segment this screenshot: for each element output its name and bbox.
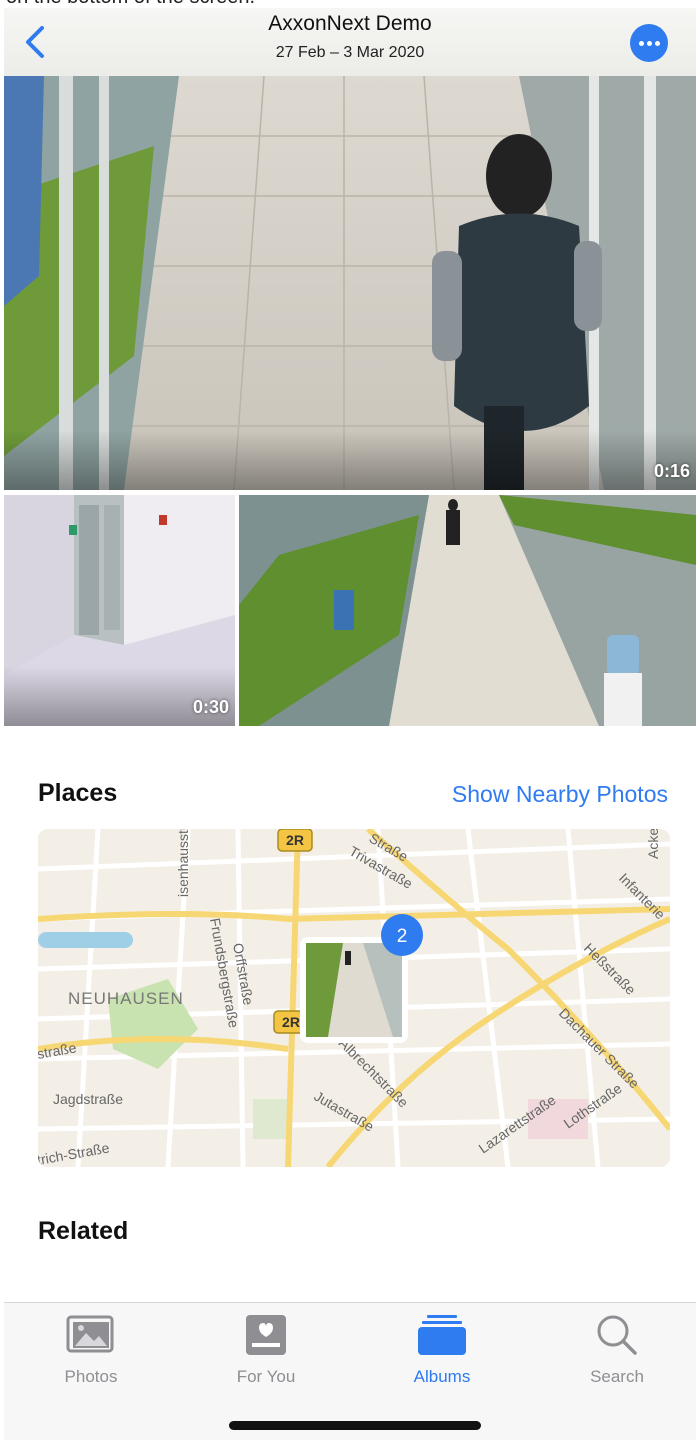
places-heading: Places [38,779,118,807]
corridor-image [4,76,696,490]
more-options-button[interactable] [630,24,668,62]
tab-for-you[interactable]: For You [201,1313,331,1393]
road-badge-top: 2R [277,829,313,852]
video-duration: 0:30 [192,697,229,717]
tab-search-label: Search [590,1367,644,1386]
albums-icon [418,1315,466,1355]
tab-photos[interactable]: Photos [26,1313,156,1393]
map-graphic: isenhausstraße Straße Trivastraße Acke I… [38,829,670,1167]
tab-bar: Photos For You Albums Search [4,1302,696,1440]
photo-thumbnail-3[interactable] [239,495,696,726]
for-you-icon [246,1315,286,1355]
tab-photos-label: Photos [64,1367,118,1386]
svg-text:Acke: Acke [645,829,661,859]
video-duration: 0:16 [653,461,690,481]
caption-text: on the bottom of the screen. [0,0,698,8]
tab-search[interactable]: Search [552,1313,682,1393]
more-icon [639,41,644,46]
svg-text:2: 2 [397,926,408,947]
places-map[interactable]: isenhausstraße Straße Trivastraße Acke I… [38,829,670,1167]
cluster-count-badge: 2 [381,914,423,956]
district-label: NEUHAUSEN [68,989,184,1008]
hallway-image [239,495,696,726]
home-indicator [229,1421,481,1430]
show-nearby-photos-link[interactable]: Show Nearby Photos [452,781,668,808]
tab-for-you-label: For You [236,1367,296,1386]
photos-icon [66,1315,114,1353]
tab-albums[interactable]: Albums [377,1313,507,1393]
svg-text:2R: 2R [286,832,304,848]
svg-text:Jagdstraße: Jagdstraße [53,1091,123,1107]
video-thumbnail-2[interactable]: 0:30 [4,495,235,726]
album-title: AxxonNext Demo [268,12,432,35]
svg-text:2R: 2R [282,1014,300,1030]
album-date-range: 27 Feb – 3 Mar 2020 [275,44,425,61]
tab-albums-label: Albums [413,1367,471,1386]
svg-text:isenhausstraße: isenhausstraße [175,829,191,897]
video-thumbnail-1[interactable]: 0:16 [4,76,696,490]
related-heading: Related [38,1217,129,1245]
search-icon [597,1315,637,1355]
navigation-bar: AxxonNext Demo 27 Feb – 3 Mar 2020 [4,8,696,76]
